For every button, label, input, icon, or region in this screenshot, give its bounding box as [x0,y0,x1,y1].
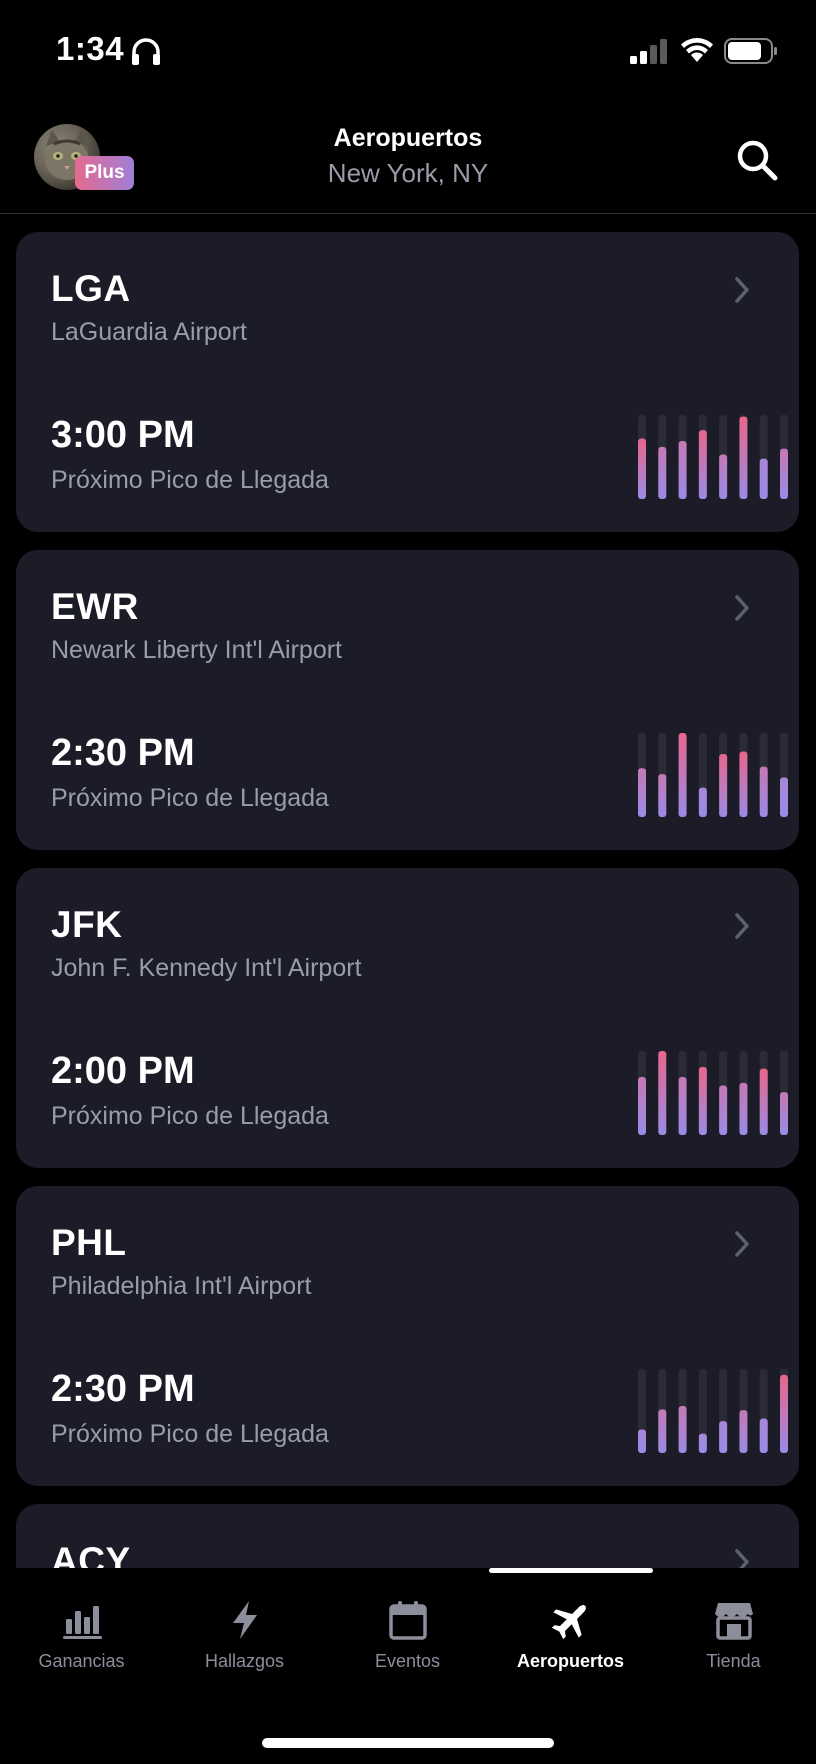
chart-bar [678,441,687,499]
headphones-icon [132,38,160,65]
chart-bar [698,430,707,499]
chart-bar [678,1405,687,1453]
tab-ganancias[interactable]: Ganancias [0,1598,163,1688]
peak-label: Próximo Pico de Llegada [51,1420,329,1448]
tab-label: Ganancias [38,1651,125,1671]
chart-bar [759,766,768,817]
active-tab-indicator [489,1568,653,1573]
home-indicator [262,1738,554,1748]
chart-bar [698,787,707,817]
status-time: 1:34 [56,30,125,67]
airport-code: JFK [51,904,123,945]
chart-bar [739,416,748,499]
battery-icon [724,38,777,64]
airport-name: LaGuardia Airport [51,318,247,346]
airport-name: Philadelphia Int'l Airport [51,1272,312,1300]
chart-bar [719,754,728,817]
peak-label: Próximo Pico de Llegada [51,1102,329,1130]
chart-bar [658,1051,667,1135]
airport-code: PHL [51,1222,127,1263]
chart-bar [658,446,667,499]
chart-bar [759,458,768,499]
chart-bar [698,1433,707,1453]
chart-bar [719,454,728,499]
arrival-activity-chart [638,415,788,499]
chart-bar [658,774,667,817]
peak-time: 2:30 PM [51,732,195,774]
airplane-icon [551,1605,586,1640]
chart-bar [678,1077,687,1135]
chart-bar [739,751,748,817]
chart-bar [638,438,646,499]
chart-bar [780,777,788,817]
chart-bar [638,768,646,817]
chart-bar [658,1409,667,1453]
chart-bar [678,733,687,817]
airport-card-jfk[interactable]: JFK John F. Kennedy Int'l Airport 2:00 P… [16,868,799,1168]
chart-bar [780,1374,788,1453]
peak-time: 2:00 PM [51,1050,195,1092]
tab-tienda[interactable]: Tienda [652,1598,815,1688]
peak-time: 2:30 PM [51,1368,195,1410]
arrival-activity-chart [638,733,788,817]
chart-bar [759,1418,768,1453]
tab-bar: Ganancias Hallazgos Eventos Aeropuertos [0,1568,816,1764]
location-subtitle[interactable]: New York, NY [0,158,816,189]
status-bar: 1:34 [0,0,816,100]
chart-bar [780,1092,788,1135]
lightning-icon [233,1601,257,1639]
chart-bar [759,1068,768,1135]
peak-label: Próximo Pico de Llegada [51,466,329,494]
chart-bar [739,1410,748,1453]
chart-bar [698,1066,707,1135]
airport-name: John F. Kennedy Int'l Airport [51,954,362,982]
airport-code: EWR [51,586,139,627]
airport-name: Newark Liberty Int'l Airport [51,636,342,664]
peak-label: Próximo Pico de Llegada [51,784,329,812]
tab-hallazgos[interactable]: Hallazgos [163,1598,326,1688]
bar-chart-icon [63,1606,102,1639]
chart-bar [638,1077,646,1135]
chart-bar [719,1085,728,1135]
app-header: Plus Aeropuertos New York, NY [0,100,816,214]
chart-bar [638,1429,646,1453]
chevron-right-icon [735,277,749,303]
wifi-icon [681,38,713,62]
store-icon [715,1603,753,1640]
chevron-right-icon [735,1231,749,1257]
tab-label: Tienda [706,1651,761,1671]
tab-label: Aeropuertos [516,1651,624,1671]
chart-bar [739,1082,748,1135]
airport-card-ewr[interactable]: EWR Newark Liberty Int'l Airport 2:30 PM… [16,550,799,850]
chevron-right-icon [735,913,749,939]
calendar-icon [389,1601,427,1640]
page-title: Aeropuertos [333,124,483,152]
airport-card-phl[interactable]: PHL Philadelphia Int'l Airport 2:30 PM P… [16,1186,799,1486]
tab-label: Hallazgos [204,1651,285,1671]
arrival-activity-chart [638,1369,788,1453]
arrival-activity-chart [638,1051,788,1135]
chart-bar [719,1421,728,1453]
chevron-right-icon [735,595,749,621]
tab-eventos[interactable]: Eventos [326,1598,489,1688]
chart-bar [780,448,788,499]
tab-label: Eventos [374,1651,441,1671]
search-icon[interactable] [735,138,779,182]
peak-time: 3:00 PM [51,414,195,456]
cellular-signal-icon [630,39,667,64]
airport-code: LGA [51,268,131,309]
tab-aeropuertos[interactable]: Aeropuertos [489,1598,652,1688]
airport-card-lga[interactable]: LGA LaGuardia Airport 3:00 PM Próximo Pi… [16,232,799,532]
